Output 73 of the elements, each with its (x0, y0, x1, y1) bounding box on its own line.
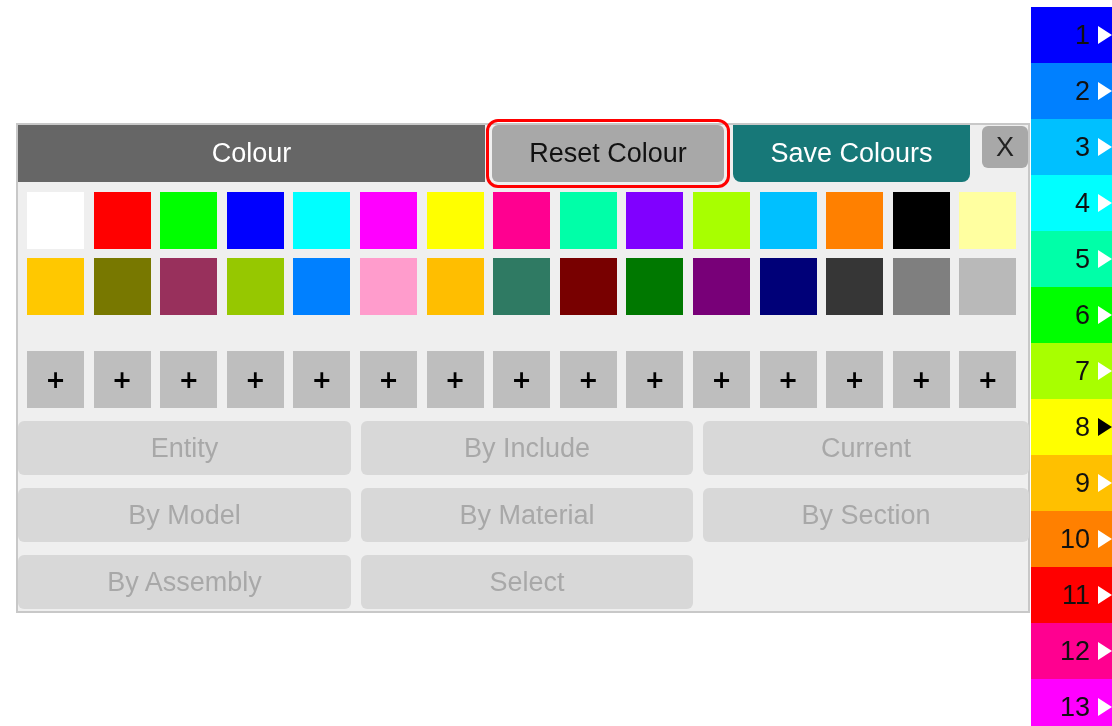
colour-swatch[interactable] (626, 192, 684, 249)
add-colour-button[interactable]: + (626, 351, 684, 408)
add-colour-button[interactable]: + (226, 351, 284, 408)
colour-swatch[interactable] (493, 258, 551, 315)
level-number: 12 (1059, 635, 1090, 667)
level-band[interactable]: 11 (1031, 567, 1112, 623)
add-colour-button[interactable]: + (559, 351, 617, 408)
colour-swatch[interactable] (226, 192, 284, 249)
level-band[interactable]: 7 (1031, 343, 1112, 399)
level-band[interactable]: 6 (1031, 287, 1112, 343)
save-colours-button[interactable]: Save Colours (733, 125, 970, 182)
add-colour-button[interactable]: + (293, 351, 351, 408)
level-number: 13 (1059, 691, 1090, 723)
close-button[interactable]: X (982, 126, 1028, 168)
add-colour-button[interactable]: + (160, 351, 218, 408)
add-colour-button[interactable]: + (892, 351, 950, 408)
colour-swatch[interactable] (759, 192, 817, 249)
colour-swatch[interactable] (426, 258, 484, 315)
level-number: 3 (1074, 131, 1090, 163)
colour-swatch[interactable] (892, 258, 950, 315)
colour-swatch[interactable] (359, 192, 417, 249)
level-number: 1 (1074, 19, 1090, 51)
colour-swatch[interactable] (759, 258, 817, 315)
level-band[interactable]: 13 (1031, 679, 1112, 726)
colour-swatch[interactable] (359, 258, 417, 315)
colour-swatch[interactable] (692, 258, 750, 315)
level-band[interactable]: 9 (1031, 455, 1112, 511)
colour-swatch[interactable] (692, 192, 750, 249)
colour-swatch[interactable] (626, 258, 684, 315)
level-number: 7 (1074, 355, 1090, 387)
level-number: 6 (1074, 299, 1090, 331)
arrow-icon[interactable] (1098, 418, 1112, 436)
level-band[interactable]: 8 (1031, 399, 1112, 455)
colour-swatch[interactable] (892, 192, 950, 249)
add-colour-button[interactable]: + (692, 351, 750, 408)
level-number: 2 (1074, 75, 1090, 107)
level-number: 9 (1074, 467, 1090, 499)
add-colour-button[interactable]: + (426, 351, 484, 408)
colour-swatch[interactable] (293, 192, 351, 249)
level-band[interactable]: 3 (1031, 119, 1112, 175)
level-band[interactable]: 2 (1031, 63, 1112, 119)
colour-swatch[interactable] (826, 258, 884, 315)
add-colour-button[interactable]: + (27, 351, 84, 408)
colour-swatch[interactable] (93, 192, 151, 249)
colour-swatch[interactable] (160, 192, 218, 249)
add-colour-button[interactable]: + (493, 351, 551, 408)
colour-swatch[interactable] (226, 258, 284, 315)
level-number: 10 (1059, 523, 1090, 555)
add-colour-button[interactable]: + (826, 351, 884, 408)
colour-swatch[interactable] (559, 258, 617, 315)
level-band[interactable]: 4 (1031, 175, 1112, 231)
colour-swatch[interactable] (293, 258, 351, 315)
colour-swatch[interactable] (160, 258, 218, 315)
colour-swatch[interactable] (426, 192, 484, 249)
colour-swatch[interactable] (27, 258, 84, 315)
colour-swatch[interactable] (959, 192, 1017, 249)
level-band[interactable]: 5 (1031, 231, 1112, 287)
add-colour-button[interactable]: + (959, 351, 1017, 408)
level-number: 5 (1074, 243, 1090, 275)
level-band[interactable]: 12 (1031, 623, 1112, 679)
level-number: 4 (1074, 187, 1090, 219)
panel-title: Colour (18, 125, 485, 182)
colour-swatch[interactable] (493, 192, 551, 249)
add-colour-button[interactable]: + (359, 351, 417, 408)
colour-swatch[interactable] (826, 192, 884, 249)
level-number: 8 (1074, 411, 1090, 443)
colour-swatch[interactable] (559, 192, 617, 249)
colour-swatch[interactable] (93, 258, 151, 315)
add-colour-button[interactable]: + (759, 351, 817, 408)
level-number: 11 (1061, 579, 1090, 611)
level-band[interactable]: 10 (1031, 511, 1112, 567)
colour-swatch[interactable] (959, 258, 1017, 315)
add-colour-button[interactable]: + (93, 351, 151, 408)
